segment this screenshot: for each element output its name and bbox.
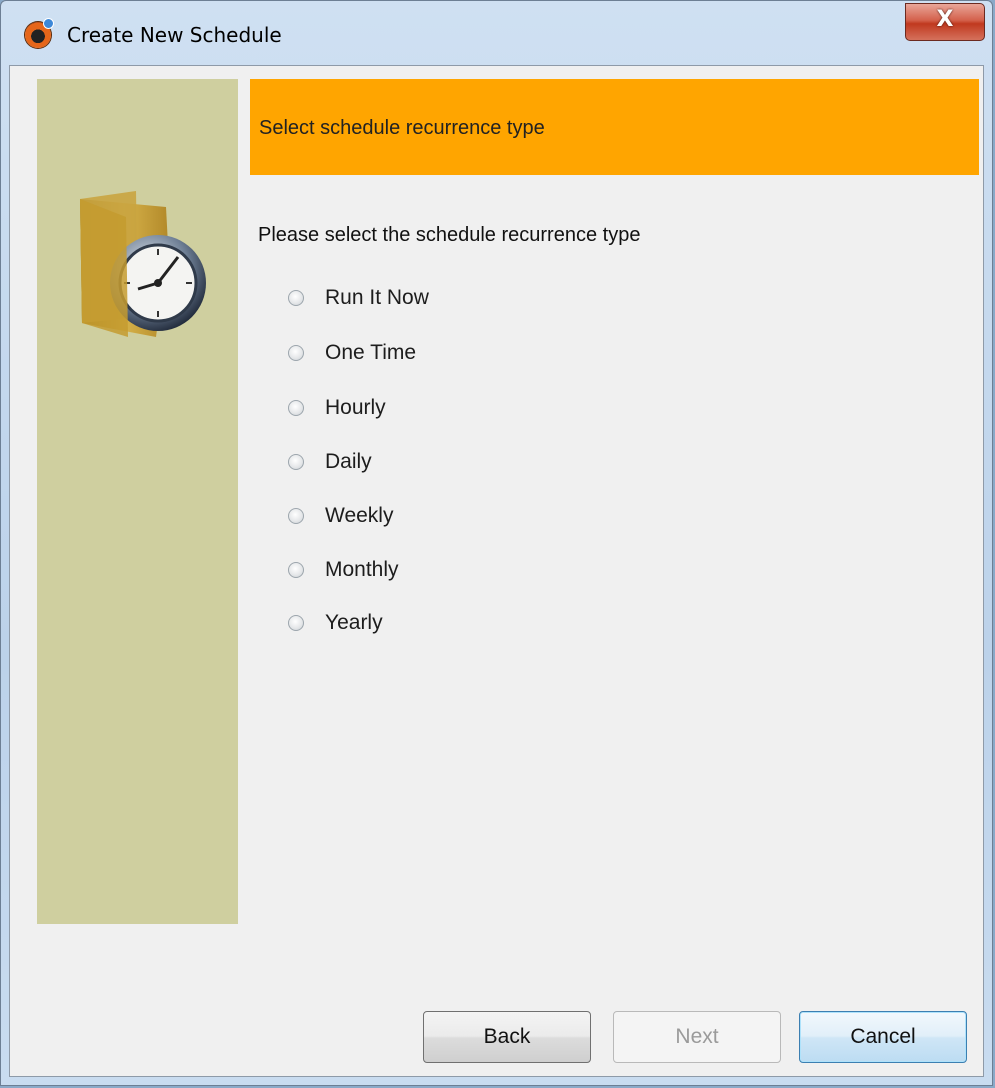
radio-button[interactable]	[288, 290, 304, 306]
radio-button[interactable]	[288, 615, 304, 631]
option-hourly[interactable]: Hourly	[288, 394, 588, 424]
option-weekly[interactable]: Weekly	[288, 502, 588, 532]
side-panel	[37, 79, 238, 924]
header-band: Select schedule recurrence type	[250, 79, 979, 175]
prompt-text: Please select the schedule recurrence ty…	[258, 224, 641, 246]
option-daily[interactable]: Daily	[288, 448, 588, 478]
header-title: Select schedule recurrence type	[259, 117, 545, 139]
app-icon	[25, 18, 54, 48]
option-label: Weekly	[325, 504, 394, 527]
option-label: Yearly	[325, 611, 383, 634]
option-label: Daily	[325, 450, 372, 473]
create-schedule-window: Create New Schedule X Select schedule re…	[0, 0, 993, 1086]
radio-button[interactable]	[288, 562, 304, 578]
radio-button[interactable]	[288, 400, 304, 416]
back-button[interactable]: Back	[423, 1011, 591, 1063]
radio-button[interactable]	[288, 508, 304, 524]
title-bar[interactable]: Create New Schedule X	[1, 1, 992, 65]
clock-folder-icon	[80, 191, 206, 337]
option-one-time[interactable]: One Time	[288, 339, 588, 369]
close-icon: X	[936, 7, 954, 32]
option-yearly[interactable]: Yearly	[288, 609, 588, 639]
option-label: One Time	[325, 341, 417, 364]
dialog-body: Select schedule recurrence type Please s…	[9, 65, 984, 1077]
close-button[interactable]: X	[905, 3, 985, 41]
option-monthly[interactable]: Monthly	[288, 556, 588, 586]
option-run-it-now[interactable]: Run It Now	[288, 284, 588, 314]
cancel-button[interactable]: Cancel	[799, 1011, 967, 1063]
radio-button[interactable]	[288, 454, 304, 470]
window-title: Create New Schedule	[67, 23, 282, 47]
radio-button[interactable]	[288, 345, 304, 361]
option-label: Hourly	[325, 396, 386, 419]
option-label: Monthly	[325, 558, 399, 581]
next-button[interactable]: Next	[613, 1011, 781, 1063]
option-label: Run It Now	[325, 286, 429, 309]
